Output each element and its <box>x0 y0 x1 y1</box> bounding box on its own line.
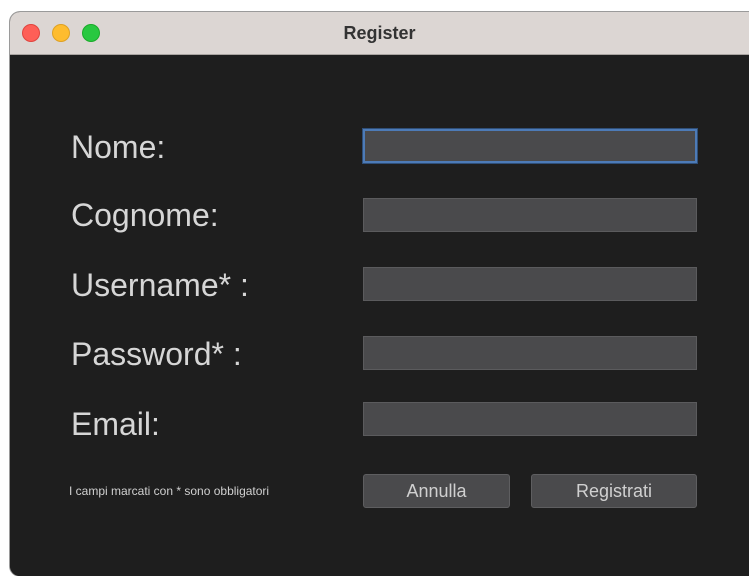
username-input[interactable] <box>363 267 697 301</box>
register-form: Nome: Cognome: Username* : Password* : E… <box>10 55 749 576</box>
nome-input[interactable] <box>363 129 697 163</box>
username-label: Username* : <box>71 267 249 303</box>
email-input[interactable] <box>363 402 697 436</box>
password-input[interactable] <box>363 336 697 370</box>
cognome-input[interactable] <box>363 198 697 232</box>
cognome-label: Cognome: <box>71 197 219 233</box>
nome-label: Nome: <box>71 129 166 165</box>
required-fields-hint: I campi marcati con * sono obbligatori <box>69 484 270 498</box>
title-bar[interactable]: Register <box>10 12 749 55</box>
register-window: Register Nome: Cognome: Username* : Pass… <box>10 12 749 576</box>
register-button[interactable]: Registrati <box>531 474 697 508</box>
cancel-button[interactable]: Annulla <box>363 474 510 508</box>
password-label: Password* : <box>71 336 242 372</box>
window-title: Register <box>343 23 416 43</box>
email-label: Email: <box>71 406 160 442</box>
